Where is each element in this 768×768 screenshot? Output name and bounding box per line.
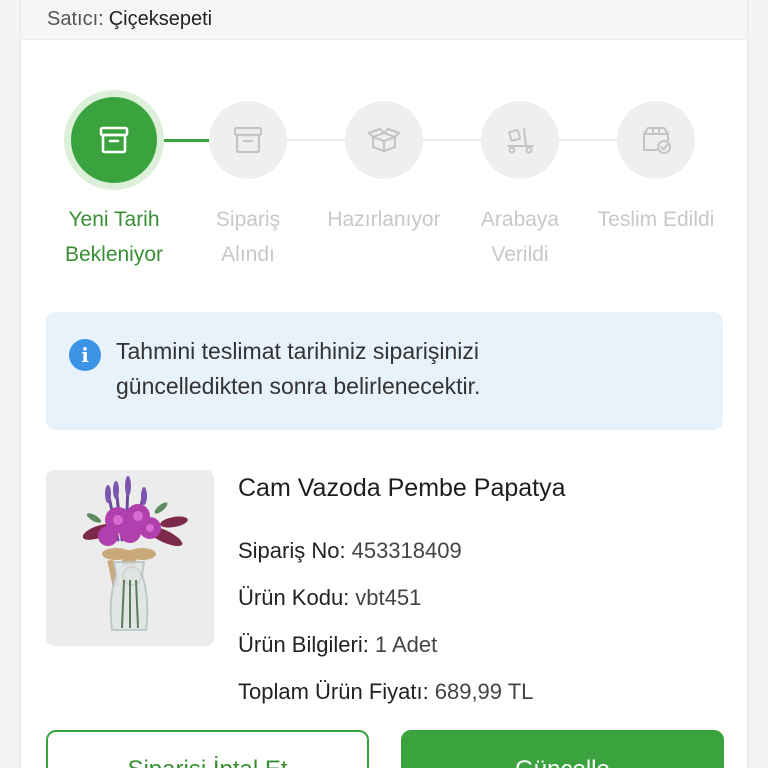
step-label-line: Teslim Edildi [597, 208, 715, 231]
step-order-received [209, 101, 287, 179]
order-status-stepper: Yeni Tarih Bekleniyor Sipariş Alındı Haz… [21, 0, 747, 280]
step-delivered [617, 101, 695, 179]
info-icon: i [69, 339, 101, 371]
detail-value: 453318409 [351, 538, 462, 563]
box-archive-icon [99, 126, 129, 154]
step-connector [559, 139, 618, 141]
package-check-icon [643, 127, 671, 154]
product-code-row: Ürün Kodu: vbt451 [238, 585, 421, 611]
step-label-new-date-pending: Yeni Tarih Bekleniyor [44, 202, 184, 272]
step-connector-done [161, 139, 209, 142]
delivery-cart-icon [507, 128, 534, 154]
info-text-line: Tahmini teslimat tarihiniz siparişinizi [116, 338, 480, 364]
product-info-row: Ürün Bilgileri: 1 Adet [238, 632, 437, 658]
step-label-line: Yeni Tarih [68, 208, 160, 231]
detail-key: Sipariş No: [238, 538, 346, 563]
detail-value: vbt451 [355, 585, 422, 610]
step-connector [423, 139, 482, 141]
order-card: Satıcı: Çiçeksepeti Yeni Tarih Bekleniyo… [20, 0, 748, 768]
update-order-button[interactable]: Güncelle [401, 730, 724, 768]
step-label-preparing: Hazırlanıyor [314, 202, 454, 237]
cancel-order-button[interactable]: Siparişi İptal Et [46, 730, 369, 768]
info-text-line: güncelledikten sonra belirlenecektir. [116, 373, 481, 399]
step-label-line: Verildi [491, 243, 549, 266]
detail-value: 689,99 TL [434, 679, 534, 704]
step-label-line: Alındı [221, 243, 275, 266]
product-title: Cam Vazoda Pembe Papatya [238, 474, 566, 502]
step-label-line: Arabaya [480, 208, 560, 231]
detail-key: Ürün Kodu: [238, 585, 350, 610]
step-label-line: Sipariş [215, 208, 281, 231]
step-label-line: Bekleniyor [64, 243, 164, 266]
step-connector [287, 139, 346, 141]
step-label-line: Hazırlanıyor [327, 208, 441, 231]
product-image[interactable] [46, 470, 214, 646]
box-icon [233, 126, 263, 154]
total-price-row: Toplam Ürün Fiyatı: 689,99 TL [238, 679, 533, 705]
step-new-date-pending [71, 97, 157, 183]
step-preparing [345, 101, 423, 179]
step-label-delivered: Teslim Edildi [586, 202, 726, 237]
step-out-for-delivery [481, 101, 559, 179]
flower-vase-illustration [46, 470, 214, 646]
detail-key: Ürün Bilgileri: [238, 632, 369, 657]
open-package-icon [368, 128, 400, 152]
delivery-info-banner: i Tahmini teslimat tarihiniz siparişiniz… [46, 312, 723, 430]
order-number-row: Sipariş No: 453318409 [238, 538, 462, 564]
detail-value: 1 Adet [374, 632, 438, 657]
step-label-order-received: Sipariş Alındı [178, 202, 318, 272]
detail-key: Toplam Ürün Fiyatı: [238, 679, 429, 704]
step-label-out-for-delivery: Arabaya Verildi [450, 202, 590, 272]
